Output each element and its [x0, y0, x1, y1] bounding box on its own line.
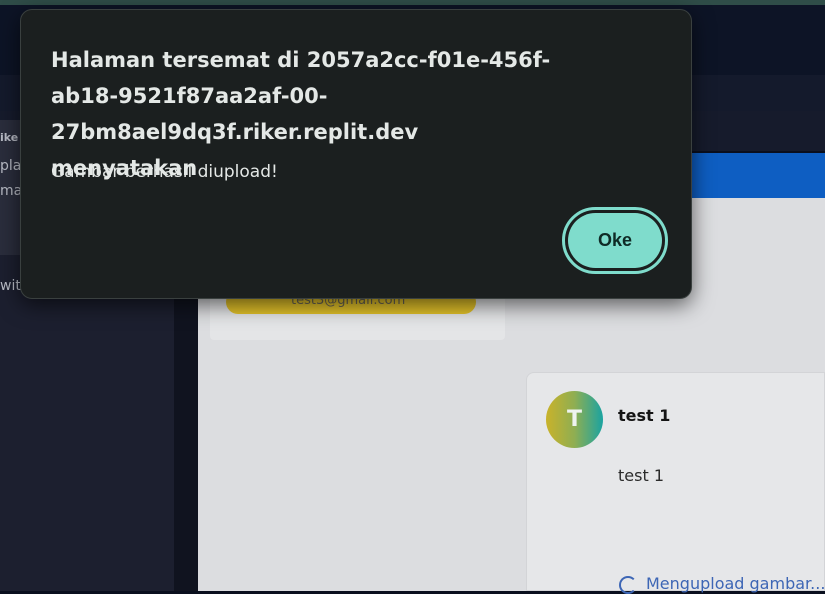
avatar-letter: T [566, 407, 582, 432]
dialog-title-line: Halaman tersemat di 2057a2cc-f01e-456f- [51, 48, 551, 72]
ok-button[interactable]: Oke [562, 207, 668, 274]
post-author: test 1 [618, 406, 671, 425]
post-body: test 1 [618, 466, 664, 485]
dialog-message: Gambar berhasil diupload! [51, 162, 278, 182]
avatar: T [546, 391, 603, 448]
upload-status: Mengupload gambar... [646, 574, 825, 593]
loading-spinner-icon [619, 576, 637, 594]
ok-button-label: Oke [568, 213, 662, 268]
dialog-title-line: ab18-9521f87aa2af-00-27bm8ael9dq3f.riker… [51, 84, 419, 144]
left-panel-text-1: ike [0, 131, 19, 144]
left-panel-text-4: wit [0, 278, 21, 294]
